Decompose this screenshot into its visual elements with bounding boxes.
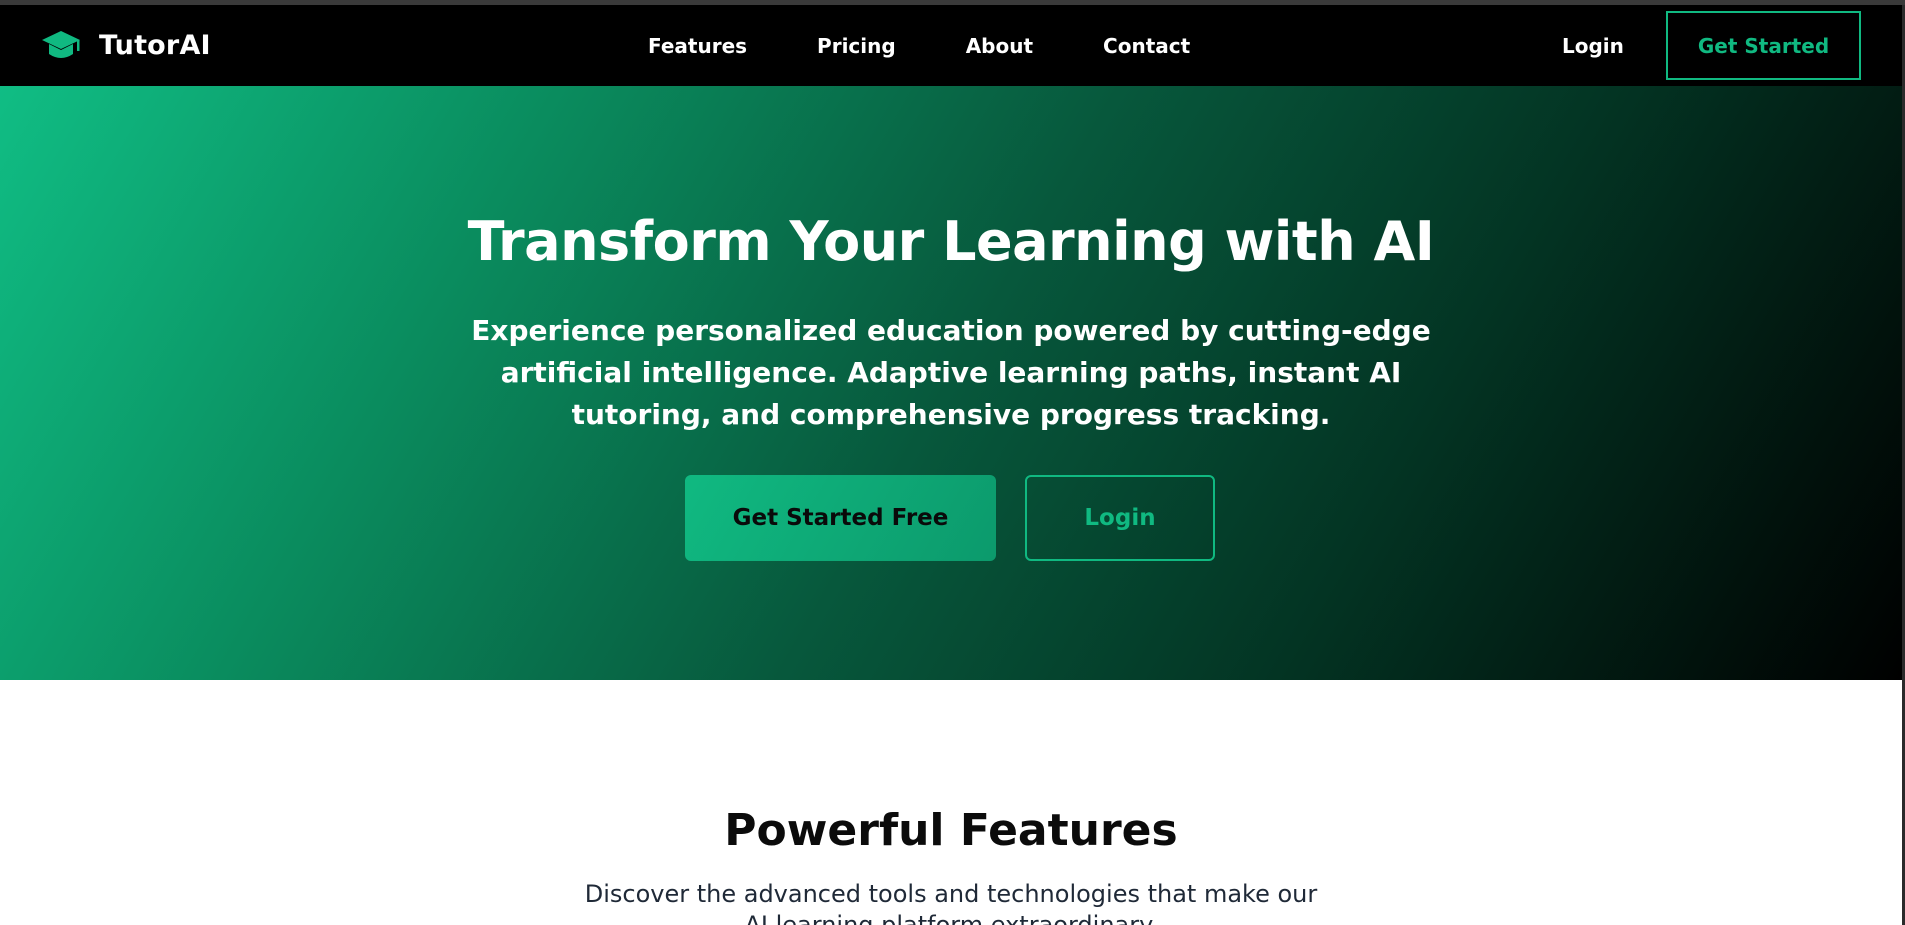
- top-navbar: TutorAI Features Pricing About Contact L…: [0, 5, 1902, 86]
- brand-logo[interactable]: TutorAI: [41, 5, 211, 86]
- features-subtitle: Discover the advanced tools and technolo…: [584, 880, 1318, 925]
- get-started-free-button[interactable]: Get Started Free: [685, 475, 996, 561]
- nav-links: Features Pricing About Contact: [648, 5, 1260, 86]
- features-title: Powerful Features: [724, 805, 1178, 856]
- graduation-cap-icon: [41, 29, 81, 63]
- nav-link-contact[interactable]: Contact: [1103, 34, 1190, 58]
- page-content: TutorAI Features Pricing About Contact L…: [0, 5, 1902, 925]
- nav-link-pricing[interactable]: Pricing: [817, 34, 896, 58]
- page: TutorAI Features Pricing About Contact L…: [0, 5, 1905, 925]
- nav-link-about[interactable]: About: [966, 34, 1033, 58]
- hero-login-button[interactable]: Login: [1025, 475, 1215, 561]
- hero-subtitle: Experience personalized education powere…: [471, 314, 1431, 431]
- nav-get-started-button[interactable]: Get Started: [1666, 11, 1861, 80]
- nav-login-link[interactable]: Login: [1562, 5, 1624, 86]
- brand-name: TutorAI: [99, 30, 211, 61]
- nav-link-features[interactable]: Features: [648, 34, 747, 58]
- hero-title: Transform Your Learning with AI: [467, 210, 1435, 273]
- hero-section: Transform Your Learning with AI Experien…: [0, 86, 1902, 680]
